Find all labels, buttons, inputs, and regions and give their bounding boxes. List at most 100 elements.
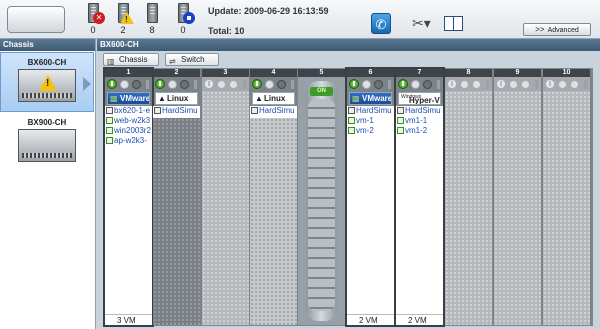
normal-status[interactable]: 8 xyxy=(139,3,165,37)
tools-icon[interactable]: ✂▾ xyxy=(412,15,431,32)
handle-icon xyxy=(388,79,391,89)
error-icon: ✕ xyxy=(93,12,105,24)
blade-slot-3[interactable]: 3 xyxy=(202,69,249,325)
blade-slot-8[interactable]: 8 xyxy=(445,69,492,325)
blade-slot-6[interactable]: 6 VMware HardSimu vm-1 vm-2 2 VM xyxy=(345,67,396,327)
list-item[interactable]: HardSimu xyxy=(153,106,200,116)
tab-switch[interactable]: ⇌ Switch xyxy=(165,53,219,66)
advanced-label: Advanced xyxy=(547,27,579,34)
blade-slot-9[interactable]: 9 xyxy=(494,69,541,325)
host-icon xyxy=(348,107,355,114)
vm-name: HardSimu xyxy=(259,106,295,115)
power-icon[interactable] xyxy=(155,79,165,89)
slot-controls xyxy=(494,77,541,91)
slot-number: 7 xyxy=(396,69,443,77)
blade-face xyxy=(153,118,200,325)
vm-icon xyxy=(106,127,113,134)
led-icon xyxy=(472,79,481,89)
led-icon xyxy=(168,79,177,89)
slot-number: 4 xyxy=(250,69,297,77)
slot-controls xyxy=(202,77,249,91)
slot-number: 1 xyxy=(105,69,152,77)
handle-icon xyxy=(584,79,587,89)
advanced-button[interactable]: >> Advanced xyxy=(523,23,591,36)
handle-icon xyxy=(535,79,538,89)
led-icon xyxy=(423,79,432,89)
vm-name: vm-1 xyxy=(356,116,374,125)
led-icon xyxy=(509,79,518,89)
led-icon xyxy=(460,79,469,89)
blade-slot-7[interactable]: 7 Windows Hyper-V HardSimu vm1-1 vm1-2 2… xyxy=(394,67,445,327)
warning-status[interactable]: ! 2 xyxy=(110,3,136,37)
slot-number: 5 xyxy=(298,69,345,77)
list-item[interactable]: vm-1 xyxy=(347,116,394,126)
blade-slot-10[interactable]: 10 xyxy=(543,69,590,325)
list-item[interactable]: web-w2k3 xyxy=(105,116,152,126)
phone-help-icon[interactable]: ✆ xyxy=(371,13,391,34)
error-status[interactable]: ✕ 0 xyxy=(80,3,106,37)
list-item[interactable]: vm1-2 xyxy=(396,126,443,136)
os-label: VMware xyxy=(107,92,150,105)
home-button[interactable] xyxy=(7,6,65,33)
slot-number: 10 xyxy=(543,69,590,77)
list-item[interactable]: bx620-1-e xyxy=(105,106,152,116)
vm-name: bx620-1-e xyxy=(114,106,151,115)
warning-icon: ! xyxy=(120,12,134,24)
blade-face xyxy=(250,118,297,325)
led-icon xyxy=(277,79,286,89)
blade-slot-2[interactable]: 2 Linux HardSimu xyxy=(153,69,200,325)
power-icon[interactable] xyxy=(349,79,359,89)
chassis-rack: 1 VMware bx620-1-e web-w2k3 win2003r2 ap… xyxy=(103,67,593,327)
power-icon[interactable] xyxy=(107,79,117,89)
blade-slot-1[interactable]: 1 VMware bx620-1-e web-w2k3 win2003r2 ap… xyxy=(103,67,154,327)
vm-name: HardSimu xyxy=(162,106,198,115)
handle-icon xyxy=(437,79,440,89)
vm-icon xyxy=(348,117,355,124)
stopped-status[interactable]: 0 xyxy=(170,3,196,37)
book-icon[interactable] xyxy=(444,16,463,31)
chassis-item-bx600[interactable]: BX600-CH ! xyxy=(0,52,94,112)
chassis-panel-title: Chassis xyxy=(0,39,95,51)
error-count: 0 xyxy=(90,25,96,35)
blade-slot-5[interactable]: 5 ON xyxy=(298,69,345,325)
list-item[interactable]: HardSimu xyxy=(396,106,443,116)
server-icon xyxy=(146,3,158,23)
handle-icon xyxy=(146,79,149,89)
led-icon xyxy=(120,79,129,89)
vm-name: HardSimu xyxy=(405,106,441,115)
slot-controls xyxy=(396,77,443,91)
total-count: Total: 10 xyxy=(208,26,245,36)
list-item[interactable]: vm-2 xyxy=(347,126,394,136)
vm-icon xyxy=(106,117,113,124)
vm-count: 2 VM xyxy=(347,314,394,325)
power-icon[interactable] xyxy=(398,79,408,89)
list-item[interactable]: win2003r2 xyxy=(105,126,152,136)
slot-number: 3 xyxy=(202,69,249,77)
led-icon xyxy=(521,79,530,89)
slot-controls xyxy=(347,77,394,91)
blade-slot-4[interactable]: 4 Linux HardSimu xyxy=(250,69,297,325)
power-icon[interactable] xyxy=(252,79,262,89)
vm-list: HardSimu xyxy=(250,106,297,118)
vm-name: win2003r2 xyxy=(114,126,151,135)
vm-list: bx620-1-e web-w2k3 win2003r2 ap-w2k3- xyxy=(105,106,152,314)
power-icon xyxy=(447,79,457,89)
switch-icon: ⇌ xyxy=(169,57,176,66)
update-time: Update: 2009-06-29 16:13:59 xyxy=(208,6,329,16)
list-item[interactable]: HardSimu xyxy=(347,106,394,116)
led-icon xyxy=(411,79,420,89)
os-label: VMware xyxy=(349,92,392,105)
chevron-right-icon xyxy=(83,77,91,91)
led-icon xyxy=(374,79,383,89)
list-item[interactable]: HardSimu xyxy=(250,106,297,116)
slot-number: 9 xyxy=(494,69,541,77)
chassis-name: BX600-CH xyxy=(27,58,67,67)
tab-chassis[interactable]: ▥ Chassis xyxy=(103,53,159,66)
led-icon xyxy=(362,79,371,89)
chassis-view-title: BX600-CH xyxy=(97,39,600,51)
chassis-item-bx900[interactable]: BX900-CH xyxy=(0,113,94,173)
list-item[interactable]: vm1-1 xyxy=(396,116,443,126)
list-item[interactable]: ap-w2k3- xyxy=(105,136,152,146)
warning-icon: ! xyxy=(39,75,57,91)
led-icon xyxy=(570,79,579,89)
